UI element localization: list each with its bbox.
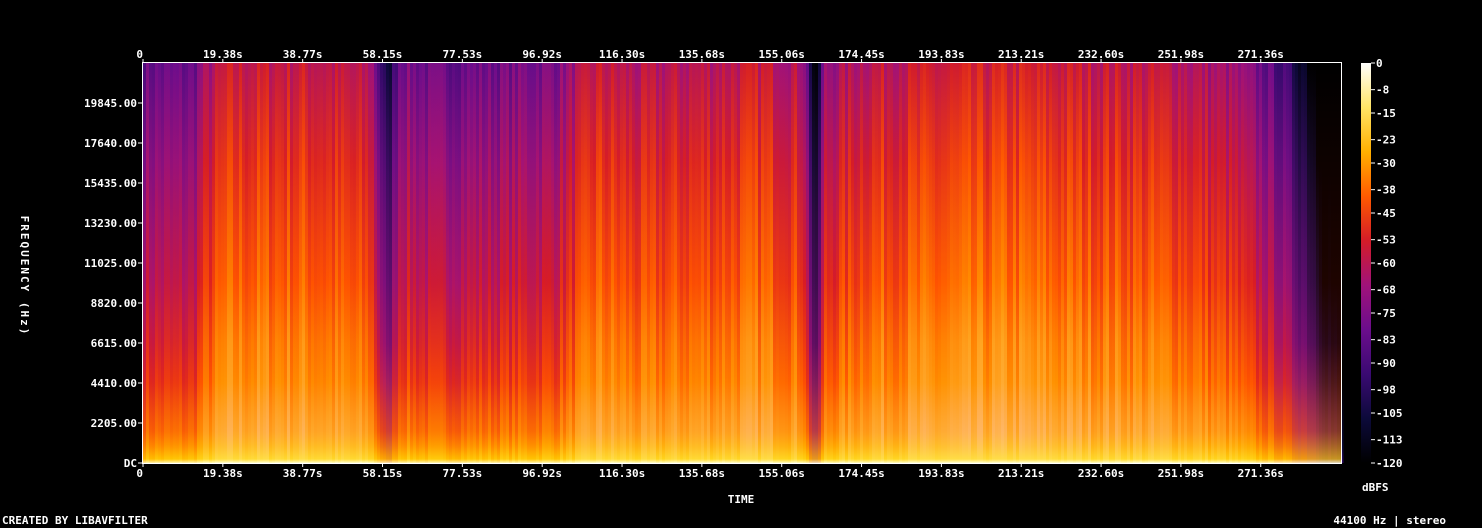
x-tick-label: 58.15s (363, 467, 403, 480)
x-tick-label: 155.06s (759, 467, 805, 480)
x-tick-label: 193.83s (918, 48, 964, 61)
x-tick-label: 251.98s (1158, 48, 1204, 61)
x-tick-label: 135.68s (679, 467, 725, 480)
x-tick-label: 116.30s (599, 48, 645, 61)
x-tick-label: 19.38s (203, 467, 243, 480)
colorbar-tick-label: -30 (1376, 157, 1396, 170)
colorbar: 0 -8 -15 -23 -30 -38 -45 -53 -60 -68 -75 -83 -90 -98 -… (1361, 57, 1403, 470)
y-tick-label: 19845.00 (84, 97, 137, 110)
x-tick-label: 213.21s (998, 467, 1044, 480)
y-tick-label: 8820.00 (91, 297, 137, 310)
x-tick-label: 271.36s (1238, 467, 1284, 480)
colorbar-scale (1361, 63, 1371, 463)
x-tick-label: 38.77s (283, 48, 323, 61)
colorbar-tick-label: -8 (1376, 84, 1389, 97)
colorbar-tick-label: -68 (1376, 284, 1396, 297)
colorbar-tick-label: -113 (1376, 434, 1403, 447)
x-tick-label: 0 (136, 467, 143, 480)
y-tick-label: 2205.00 (91, 417, 137, 430)
x-tick-label: 155.06s (759, 48, 805, 61)
x-tick-label: 232.60s (1078, 467, 1124, 480)
colorbar-tick-label: -53 (1376, 234, 1396, 247)
y-axis-label: FREQUENCY (Hz) (18, 216, 31, 337)
colorbar-label: dBFS (1362, 481, 1389, 494)
x-axis-bottom: 0 19.38s 38.77s 58.15s 77.53s 96.92s 116.30s 13… (136, 463, 1284, 480)
y-tick-label: 17640.00 (84, 137, 137, 150)
colorbar-tick-label: 0 (1376, 57, 1383, 70)
colorbar-tick-label: -15 (1376, 107, 1396, 120)
x-tick-label: 96.92s (522, 48, 562, 61)
x-axis-top: 0 19.38s 38.77s 58.15s 77.53s 96.92s 116.30s 13… (136, 48, 1284, 63)
x-tick-label: 232.60s (1078, 48, 1124, 61)
x-tick-label: 174.45s (838, 48, 884, 61)
x-tick-label: 271.36s (1238, 48, 1284, 61)
colorbar-tick-label: -75 (1376, 307, 1396, 320)
x-tick-label: 96.92s (522, 467, 562, 480)
y-tick-label: 6615.00 (91, 337, 137, 350)
x-tick-label: 135.68s (679, 48, 725, 61)
x-tick-label: 58.15s (363, 48, 403, 61)
x-tick-label: 77.53s (442, 48, 482, 61)
y-axis: DC 2205.00 4410.00 6615.00 8820.00 11025.00 13… (84, 97, 143, 470)
colorbar-tick-label: -60 (1376, 257, 1396, 270)
colorbar-tick-label: -90 (1376, 357, 1396, 370)
y-tick-label: 11025.00 (84, 257, 137, 270)
y-tick-label: 13230.00 (84, 217, 137, 230)
colorbar-tick-label: -45 (1376, 207, 1396, 220)
credit-text: CREATED BY LIBAVFILTER (2, 514, 148, 527)
plot-area (142, 62, 1344, 464)
y-tick-label: DC (124, 457, 137, 470)
colorbar-tick-label: -120 (1376, 457, 1403, 470)
x-tick-label: 174.45s (838, 467, 884, 480)
colorbar-tick-label: -23 (1376, 134, 1396, 147)
x-tick-label: 0 (136, 48, 143, 61)
spectrogram-chart: 0 19.38s 38.77s 58.15s 77.53s 96.92s 116.30s 13… (18, 48, 1403, 506)
x-tick-label: 116.30s (599, 467, 645, 480)
x-tick-label: 193.83s (918, 467, 964, 480)
format-text: 44100 Hz | stereo (1333, 514, 1446, 527)
x-tick-label: 38.77s (283, 467, 323, 480)
y-tick-label: 15435.00 (84, 177, 137, 190)
x-tick-label: 19.38s (203, 48, 243, 61)
y-tick-label: 4410.00 (91, 377, 137, 390)
colorbar-tick-label: -38 (1376, 184, 1396, 197)
x-tick-label: 77.53s (442, 467, 482, 480)
x-axis-label: TIME (728, 493, 755, 506)
x-tick-label: 251.98s (1158, 467, 1204, 480)
colorbar-tick-label: -98 (1376, 384, 1396, 397)
colorbar-tick-label: -105 (1376, 407, 1403, 420)
x-tick-label: 213.21s (998, 48, 1044, 61)
colorbar-tick-label: -83 (1376, 334, 1396, 347)
